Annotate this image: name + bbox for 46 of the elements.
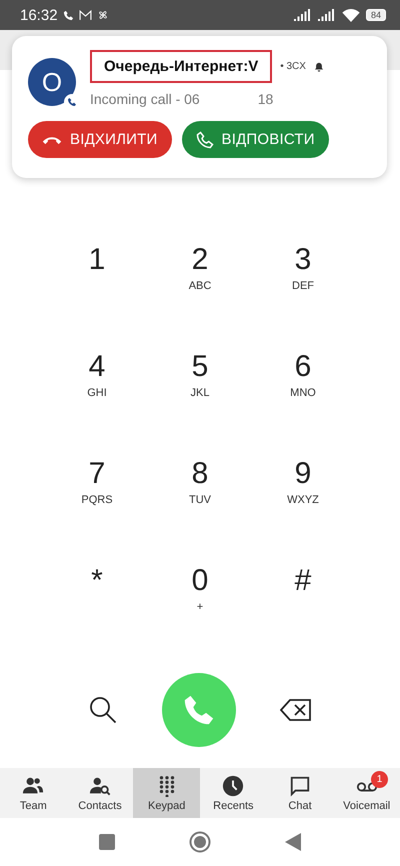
- mail-icon: [78, 10, 92, 20]
- home-button[interactable]: [189, 831, 211, 853]
- nav-tab[interactable]: Voicemail 1: [333, 768, 400, 818]
- fan-icon: [96, 9, 109, 21]
- nav-tab[interactable]: Keypad: [133, 768, 200, 818]
- dial-key[interactable]: 6 MNO: [252, 349, 354, 414]
- decline-button[interactable]: ВІДХИЛИТИ: [28, 121, 172, 158]
- caller-name: Очередь-Интернет:V: [90, 50, 272, 83]
- dial-key[interactable]: 2 ABC: [148, 242, 252, 307]
- phone-icon: [62, 10, 74, 20]
- search-button[interactable]: [88, 695, 118, 725]
- clock-time: 16:32: [20, 6, 58, 24]
- incoming-call-text: Incoming call - 06: [90, 91, 200, 107]
- search-icon: [88, 695, 118, 725]
- nav-tab[interactable]: Recents: [200, 768, 267, 818]
- dial-key[interactable]: 0 +: [148, 563, 252, 628]
- back-button[interactable]: [285, 833, 301, 851]
- battery-level: 84: [366, 9, 386, 21]
- dial-key[interactable]: 1: [46, 242, 148, 307]
- clock-icon: [222, 774, 244, 796]
- nav-tab[interactable]: Chat: [266, 768, 334, 818]
- bell-icon: [314, 62, 324, 72]
- backspace-button[interactable]: [280, 698, 312, 722]
- dial-key[interactable]: 9 WXYZ: [252, 456, 354, 521]
- dial-key[interactable]: *: [46, 563, 148, 628]
- answer-button[interactable]: ВІДПОВІСТИ: [182, 121, 329, 158]
- signal-icon: [294, 9, 312, 21]
- signal-icon: [318, 9, 336, 21]
- dial-key[interactable]: 5 JKL: [148, 349, 252, 414]
- app-name: • 3CX: [280, 61, 306, 72]
- hang-up-icon: [42, 134, 62, 144]
- dial-key[interactable]: #: [252, 563, 354, 628]
- dial-key[interactable]: 7 PQRS: [46, 456, 148, 521]
- incoming-call-notification[interactable]: O Очередь-Интернет:V • 3CX Incoming call - 06 18 ВІДХИЛИТИ ВІДПОВІСТИ: [12, 36, 387, 178]
- nav-tab[interactable]: Contacts: [66, 768, 134, 818]
- phone-number-end: 18: [258, 91, 274, 107]
- backspace-icon: [280, 698, 312, 722]
- phone-icon: [196, 130, 214, 148]
- chat-icon: [289, 774, 312, 796]
- dial-key[interactable]: 8 TUV: [148, 456, 252, 521]
- phone-icon: [182, 693, 216, 727]
- dial-key[interactable]: 3 DEF: [252, 242, 354, 307]
- nav-tab[interactable]: Team: [0, 768, 67, 818]
- wifi-icon: [342, 8, 360, 22]
- count-badge: 1: [371, 771, 388, 788]
- dial-key[interactable]: 4 GHI: [46, 349, 148, 414]
